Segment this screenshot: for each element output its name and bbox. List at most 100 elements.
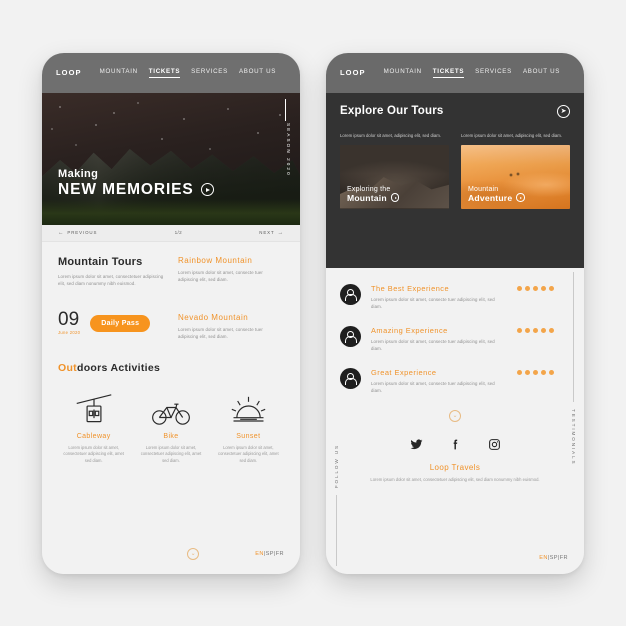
tour-cards: Lorem ipsum dolor sit amet, adipiscing e… (340, 132, 570, 209)
mountain-tours-desc: Lorem ipsum dolor sit amet, consectetuer… (58, 273, 164, 286)
facebook-icon[interactable] (449, 438, 462, 451)
testimonial-item-1: The Best Experience Lorem ipsum dolor si… (340, 283, 570, 310)
hero-text-block: Making NEW MEMORIES (58, 168, 214, 199)
star-icon (549, 327, 554, 333)
star-icon (517, 285, 522, 291)
star-icon (541, 369, 546, 375)
navbar-screen-one: LOOP MOUNTAIN TICKETS SERVICES ABOUT US (42, 52, 300, 93)
date-columns: 09 June 2020 Daily Pass Nevado Mountain … (58, 287, 284, 340)
user-avatar-icon (340, 367, 361, 389)
nav-links: MOUNTAIN TICKETS SERVICES ABOUT US (100, 68, 276, 78)
tour-card-caption-one: Lorem ipsum dolor sit amet, adipiscing e… (340, 132, 442, 138)
listing-title-rainbow[interactable]: Rainbow Mountain (178, 256, 284, 265)
sunset-icon (213, 390, 284, 426)
twitter-icon[interactable] (410, 438, 423, 451)
daily-pass-button[interactable]: Daily Pass (90, 314, 151, 332)
activity-name-cableway: Cableway (76, 432, 111, 440)
tour-card-exploring-the-mountain[interactable]: Lorem ipsum dolor sit amet, adipiscing e… (340, 132, 449, 209)
chevron-down-circle-icon[interactable]: ⌄ (449, 409, 461, 422)
activity-cableway[interactable]: Cableway Lorem ipsum dolor sit amet, con… (58, 390, 129, 465)
pager-next-label: NEXT (259, 230, 275, 235)
language-active-two: EN (539, 554, 548, 561)
tour-card-line2-row-two: Adventure (468, 193, 525, 203)
activity-name-sunset: Sunset (236, 432, 261, 440)
nav-link-about-us-two[interactable]: ABOUT US (523, 68, 560, 77)
language-rest-two: |SP|FR (547, 554, 568, 561)
screen-one-body: Mountain Tours Lorem ipsum dolor sit ame… (42, 241, 300, 574)
testimonial-desc-3: Lorem ipsum dolor sit amet, consecte tue… (371, 380, 495, 393)
nav-link-tickets[interactable]: TICKETS (148, 68, 181, 78)
tour-card-line2-two: Adventure (468, 192, 513, 203)
star-icon (541, 285, 546, 291)
date-month: June 2020 (58, 329, 81, 335)
outdoors-rest: doors Activities (76, 361, 161, 374)
explore-tours-section: Explore Our Tours ➤ Lorem ipsum dolor si… (326, 92, 584, 268)
pager-count: 1/2 (174, 230, 182, 235)
brand-logo[interactable]: LOOP (56, 68, 82, 77)
tour-card-label-two: Mountain Adventure (468, 186, 525, 203)
play-icon-one[interactable] (390, 193, 400, 202)
arrow-right-circle-icon[interactable]: ➤ (557, 104, 570, 118)
nav-link-tickets-two[interactable]: TICKETS (432, 68, 465, 78)
nav-link-mountain[interactable]: MOUNTAIN (100, 68, 138, 77)
nav-link-mountain-two[interactable]: MOUNTAIN (384, 68, 422, 77)
phone-screen-two: LOOP MOUNTAIN TICKETS SERVICES ABOUT US … (326, 52, 584, 574)
scroll-down-row: ⌄ (340, 409, 570, 422)
brand-logo-two[interactable]: LOOP (340, 68, 366, 77)
user-avatar-icon (340, 283, 361, 305)
instagram-icon[interactable] (488, 438, 501, 451)
date-row: 09 June 2020 Daily Pass (58, 308, 164, 335)
star-icon (525, 327, 530, 333)
pager-previous-button[interactable]: PREVIOUS (58, 230, 97, 236)
nav-link-services[interactable]: SERVICES (191, 68, 228, 77)
footer-brand-desc: Lorem ipsum dolor sit amet, consectetuer… (370, 476, 540, 482)
rating-stars-3 (517, 369, 554, 375)
language-switcher[interactable]: EN|SP|FR (255, 551, 284, 557)
nav-link-services-two[interactable]: SERVICES (475, 68, 512, 77)
tour-card-caption-two: Lorem ipsum dolor sit amet, adipiscing e… (461, 132, 563, 138)
mountain-photo: Exploring the Mountain (340, 144, 449, 209)
pager-previous-label: PREVIOUS (67, 230, 98, 235)
play-icon-two[interactable] (516, 193, 525, 202)
date-column: 09 June 2020 Daily Pass (58, 287, 164, 340)
rainbow-mountain-column: Rainbow Mountain Lorem ipsum dolor sit a… (178, 256, 284, 287)
testimonials-rail-line (573, 271, 574, 402)
outdoors-highlight: Out (58, 361, 77, 374)
star-icon (533, 285, 538, 291)
listing-desc-nevado: Lorem ipsum dolor sit amet, consecte tue… (178, 326, 263, 339)
rating-stars-1 (517, 285, 554, 291)
explore-tours-header: Explore Our Tours ➤ (340, 104, 570, 118)
nav-links-two: MOUNTAIN TICKETS SERVICES ABOUT US (384, 68, 560, 78)
language-switcher-two[interactable]: EN|SP|FR (539, 555, 568, 561)
date-block: 09 June 2020 (58, 308, 81, 335)
hero-foliage (42, 198, 300, 225)
activity-sunset[interactable]: Sunset Lorem ipsum dolor sit amet, conse… (213, 390, 284, 465)
cable-car-icon (58, 390, 129, 426)
listing-title-nevado[interactable]: Nevado Mountain (178, 313, 284, 322)
testimonial-desc-2: Lorem ipsum dolor sit amet, consecte tue… (371, 338, 495, 351)
hero-kicker: Making (58, 167, 99, 180)
hero-title: NEW MEMORIES (58, 180, 194, 198)
star-icon (525, 369, 530, 375)
nevado-mountain-column: Nevado Mountain Lorem ipsum dolor sit am… (178, 313, 284, 340)
star-icon (517, 369, 522, 375)
hero-title-row: NEW MEMORIES (58, 181, 214, 199)
listing-desc-rainbow: Lorem ipsum dolor sit amet, consecte tue… (178, 269, 263, 282)
tour-card-line1-two: Mountain (468, 185, 499, 193)
pager-next-button[interactable]: NEXT (259, 230, 284, 236)
mountain-tours-title: Mountain Tours (58, 255, 143, 268)
nav-link-about-us[interactable]: ABOUT US (239, 68, 276, 77)
footer-brand-name: Loop Travels (429, 462, 481, 472)
testimonial-body-3: Great Experience Lorem ipsum dolor sit a… (371, 368, 507, 394)
activity-desc-cableway: Lorem ipsum dolor sit amet, consectetuer… (63, 444, 124, 463)
date-number: 09 (58, 308, 80, 330)
social-links (340, 438, 570, 451)
phone-screen-one: LOOP MOUNTAIN TICKETS SERVICES ABOUT US … (42, 52, 300, 574)
chevron-down-circle-icon[interactable]: ⌄ (187, 547, 200, 560)
hero-pager: PREVIOUS 1/2 NEXT (42, 224, 300, 242)
testimonial-title-3: Great Experience (371, 367, 437, 377)
play-icon[interactable] (200, 183, 214, 196)
testimonial-desc-1: Lorem ipsum dolor sit amet, consecte tue… (371, 296, 495, 309)
tour-card-mountain-adventure[interactable]: Lorem ipsum dolor sit amet, adipiscing e… (461, 132, 570, 209)
activity-bike[interactable]: Bike Lorem ipsum dolor sit amet, consect… (135, 390, 206, 465)
